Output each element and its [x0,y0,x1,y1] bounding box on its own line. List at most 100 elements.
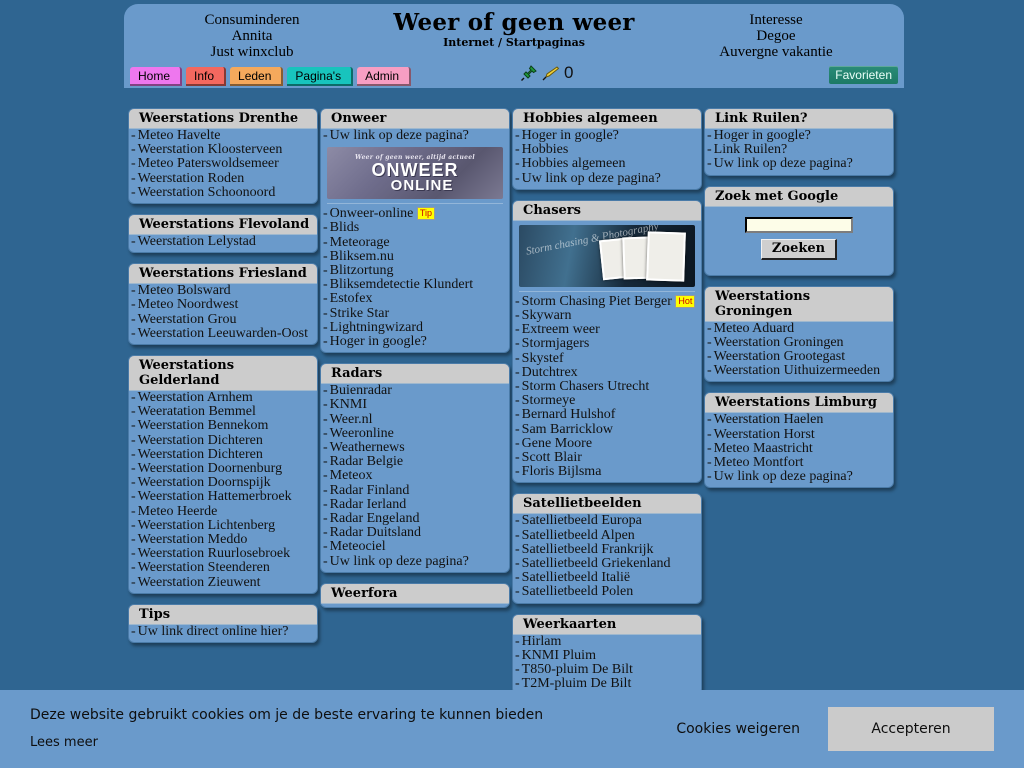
link-item[interactable]: -Hobbies algemeen [513,157,701,171]
header-left-link-2[interactable]: Just winxclub [132,44,372,60]
link-item[interactable]: -Weerstation Grootegast [705,350,893,364]
link-item[interactable]: -Lightningwizard [321,321,509,335]
link-item[interactable]: -Weerstation Kloosterveen [129,143,317,157]
link-item[interactable]: -Bernard Hulshof [513,408,701,422]
nav-tab-2[interactable]: Leden [230,67,283,86]
link-item[interactable]: -Satellietbeeld Polen [513,585,701,599]
header-right-link-1[interactable]: Degoe [656,28,896,44]
nav-tab-1[interactable]: Info [186,67,226,86]
link-item[interactable]: -Uw link op deze pagina? [321,555,509,569]
link-item[interactable]: -Gene Moore [513,437,701,451]
link-item[interactable]: -Weerstation Uithuizermeeden [705,364,893,378]
link-item[interactable]: -Uw link direct online hier? [129,625,317,639]
link-item[interactable]: -Blids [321,221,509,235]
link-item[interactable]: -Meteorage [321,236,509,250]
link-item[interactable]: -Sam Barricklow [513,423,701,437]
link-item[interactable]: -Radar Duitsland [321,526,509,540]
link-item[interactable]: -Weerstation Roden [129,172,317,186]
link-item[interactable]: -Satellietbeeld Alpen [513,529,701,543]
link-item[interactable]: -Meteo Paterswoldsemeer [129,157,317,171]
link-item[interactable]: -Blitzortung [321,264,509,278]
link-item[interactable]: -Hoger in google? [513,129,701,143]
cookie-refuse-button[interactable]: Cookies weigeren [676,721,800,737]
link-item[interactable]: -Weeronline [321,427,509,441]
header-right-link-2[interactable]: Auvergne vakantie [656,44,896,60]
link-item[interactable]: -Stormjagers [513,337,701,351]
link-item[interactable]: -Uw link op deze pagina? [513,172,701,186]
nav-tab-4[interactable]: Admin [357,67,411,86]
link-item[interactable]: -Skystef [513,352,701,366]
link-item[interactable]: -Weerstation Lelystad [129,235,317,249]
header-left-link-1[interactable]: Annita [132,28,372,44]
header-left-link-0[interactable]: Consuminderen [132,12,372,28]
link-item[interactable]: -Storm Chasing Piet Berger Hot [513,295,701,309]
link-item[interactable]: -Weerstation Doornenburg [129,462,317,476]
link-item[interactable]: -Hobbies [513,143,701,157]
link-item[interactable]: -Bliksem.nu [321,250,509,264]
link-item[interactable]: -Meteo Havelte [129,129,317,143]
link-item[interactable]: -Weerstation Dichteren [129,448,317,462]
onweer-online-banner[interactable]: Weer of geen weer, altijd actueelONWEERO… [327,147,503,199]
link-item[interactable]: -Stormeye [513,394,701,408]
link-item[interactable]: -Weerstation Horst [705,428,893,442]
link-item[interactable]: -Satellietbeeld Frankrijk [513,543,701,557]
cookie-read-more-link[interactable]: Lees meer [30,729,676,757]
link-item[interactable]: -Hoger in google? [705,129,893,143]
link-item[interactable]: -Meteo Montfort [705,456,893,470]
link-item[interactable]: -Bliksemdetectie Klundert [321,278,509,292]
search-submit-button[interactable]: Zoeken [761,239,837,260]
nav-tab-0[interactable]: Home [130,67,182,86]
link-item[interactable]: -Meteo Aduard [705,322,893,336]
link-item[interactable]: -Weerstation Ruurlosebroek [129,547,317,561]
link-item[interactable]: -Radar Engeland [321,512,509,526]
link-item[interactable]: -KNMI [321,398,509,412]
header-right-link-0[interactable]: Interesse [656,12,896,28]
link-item[interactable]: -Scott Blair [513,451,701,465]
link-item[interactable]: -Weerstation Grou [129,313,317,327]
search-input[interactable] [745,217,853,233]
link-item[interactable]: -Weer.nl [321,413,509,427]
link-item[interactable]: -Weerstation Dichteren [129,434,317,448]
link-item[interactable]: -Uw link op deze pagina? [705,157,893,171]
link-item[interactable]: -Radar Finland [321,484,509,498]
link-item[interactable]: -Weerstation Meddo [129,533,317,547]
cookie-accept-button[interactable]: Accepteren [828,707,994,751]
link-item[interactable]: -Skywarn [513,309,701,323]
storm-chasing-photography-banner[interactable]: Storm chasing & Photography [519,225,695,287]
link-item[interactable]: -Weerstation Arnhem [129,391,317,405]
link-item[interactable]: -Dutchtrex [513,366,701,380]
link-item[interactable]: -Link Ruilen? [705,143,893,157]
link-item[interactable]: -Weerstation Schoonoord [129,186,317,200]
link-item[interactable]: -Satellietbeeld Italië [513,571,701,585]
favorites-button[interactable]: Favorieten [829,66,898,84]
link-item[interactable]: -Strike Star [321,307,509,321]
link-item[interactable]: -Radar Belgie [321,455,509,469]
link-item[interactable]: -Weerstation Lichtenberg [129,519,317,533]
link-item[interactable]: -Weeratation Bemmel [129,405,317,419]
link-item[interactable]: -Floris Bijlsma [513,465,701,479]
link-item[interactable]: -Buienradar [321,384,509,398]
link-item[interactable]: -Satellietbeeld Europa [513,514,701,528]
link-item[interactable]: -Weerstation Hattemerbroek [129,490,317,504]
link-item[interactable]: -Extreem weer [513,323,701,337]
link-item[interactable]: -KNMI Pluim [513,649,701,663]
link-item[interactable]: -Meteo Noordwest [129,298,317,312]
nav-tab-3[interactable]: Pagina's [287,67,353,86]
link-item[interactable]: -Meteo Bolsward [129,284,317,298]
link-item[interactable]: -Radar Ierland [321,498,509,512]
link-item[interactable]: -Weerstation Steenderen [129,561,317,575]
link-item[interactable]: -Hoger in google? [321,335,509,349]
link-item[interactable]: -Meteo Heerde [129,505,317,519]
link-item[interactable]: -Estofex [321,292,509,306]
link-item[interactable]: -Weerstation Leeuwarden-Oost [129,327,317,341]
link-item[interactable]: -Meteo Maastricht [705,442,893,456]
link-item[interactable]: -Onweer-online Tip [321,207,509,221]
link-item[interactable]: -Meteox [321,469,509,483]
link-item[interactable]: -Storm Chasers Utrecht [513,380,701,394]
link-item[interactable]: -Meteociel [321,540,509,554]
link-item[interactable]: -Weathernews [321,441,509,455]
link-item[interactable]: -Weerstation Zieuwent [129,576,317,590]
link-item[interactable]: -Weerstation Haelen [705,413,893,427]
link-item[interactable]: -Hirlam [513,635,701,649]
link-item[interactable]: -Weerstation Groningen [705,336,893,350]
